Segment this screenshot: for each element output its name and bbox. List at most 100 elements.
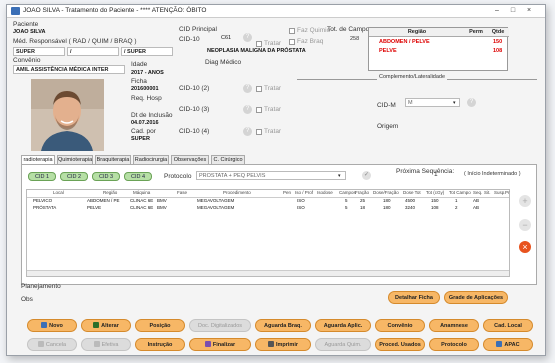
tab-braquiterapia[interactable]: Braquiterapia — [95, 155, 131, 164]
table-cell: 5 — [345, 205, 348, 210]
table-cell: AB — [473, 205, 480, 210]
table-row[interactable]: PELVICO — [33, 198, 52, 205]
chevron-down-icon[interactable]: ▾ — [338, 173, 341, 179]
patient-treatment-window: JOAO SILVA - Tratamento do Paciente - **… — [6, 4, 546, 356]
window-title: JOAO SILVA - Tratamento do Paciente - **… — [23, 7, 207, 14]
check-icon — [93, 341, 100, 347]
faz-braq-checkbox[interactable] — [289, 39, 295, 45]
instrucao-button[interactable]: Instrução — [135, 338, 185, 351]
posicao-button[interactable]: Posição — [135, 319, 185, 332]
cid10-label: CID-10 — [179, 36, 200, 43]
table-cell: AB — [473, 198, 480, 203]
efetiva-button[interactable]: Efetiva — [81, 338, 131, 351]
tot-campos-label: Tot. de Campos — [327, 26, 373, 33]
regiao-row-2[interactable]: PELVE — [379, 48, 397, 54]
delete-icon[interactable]: × — [519, 241, 531, 253]
obs-label: Obs — [21, 296, 33, 303]
table-cell: CLINAC 6E — [130, 198, 154, 203]
printer-icon — [267, 341, 274, 347]
aguarda-quim-button[interactable]: Aguarda Quim. — [315, 338, 371, 351]
novo-button[interactable]: Novo — [27, 319, 77, 332]
tratar-4-label: Tratar — [264, 128, 282, 135]
cancela-label: Cancela — [45, 342, 67, 348]
flag-icon — [204, 341, 211, 347]
detalhar-ficha-button[interactable]: Detalhar Ficha — [388, 291, 440, 304]
protocolo-select[interactable]: PROSTATA + PEQ PELVIS — [196, 171, 346, 180]
dt-inclusao-value: 04.07.2016 — [131, 120, 159, 126]
grade-aplicacoes-button[interactable]: Grade de Aplicações — [444, 291, 508, 304]
protocolo-button[interactable]: Protocolo — [429, 338, 479, 351]
regiao-header: Região — [369, 28, 465, 37]
anamnese-button[interactable]: Anamnese — [429, 319, 479, 332]
remove-icon[interactable]: − — [519, 219, 531, 231]
cid-principal-label: CID Principal — [179, 26, 217, 33]
cid10-code[interactable]: C61 — [221, 35, 231, 41]
tratar-4-checkbox[interactable] — [256, 129, 262, 135]
cancela-button[interactable]: Cancela — [27, 338, 77, 351]
doc-digitalizados-button[interactable]: Doc. Digitalizados — [189, 319, 251, 332]
table-cell: 2 — [455, 205, 458, 210]
cidm-select[interactable]: M — [405, 98, 460, 107]
imprimir-button[interactable]: Imprimir — [255, 338, 311, 351]
cid10-4-label: CID-10 (4) — [179, 128, 210, 135]
tab-quimioterapia[interactable]: Quimioterapia — [57, 155, 93, 164]
cid2-button[interactable]: CID 2 — [60, 172, 88, 181]
col-procedimento: Procedimento — [223, 190, 251, 195]
tratar-3-checkbox[interactable] — [256, 107, 262, 113]
confirm-check-icon[interactable]: ✓ — [362, 171, 371, 180]
complemento-label: Complemento/Lateralidade — [377, 74, 448, 80]
cid-description: NEOPLASIA MALIGNA DA PRÓSTATA — [207, 48, 306, 54]
finalizar-button[interactable]: Finalizar — [189, 338, 251, 351]
horizontal-scrollbar[interactable] — [27, 270, 509, 276]
qtde-header: Qtde — [487, 28, 509, 37]
apac-button[interactable]: APAC — [483, 338, 533, 351]
proced-usados-button[interactable]: Proced. Usados — [375, 338, 425, 351]
help-icon[interactable]: ? — [243, 105, 252, 114]
convenio-button[interactable]: Convênio — [375, 319, 425, 332]
faz-quimio-checkbox[interactable] — [289, 28, 295, 34]
regiao-row-1-qtde: 150 — [493, 39, 503, 45]
col-maquina: Máquina — [133, 190, 151, 195]
tratar-2-checkbox[interactable] — [256, 86, 262, 92]
cid10-3-label: CID-10 (3) — [179, 106, 210, 113]
add-icon[interactable]: + — [519, 195, 531, 207]
tab-radiocirurgia[interactable]: Radiocirurgia — [133, 155, 169, 164]
apac-label: APAC — [504, 342, 520, 348]
table-row[interactable]: PRÓSTATA — [33, 205, 56, 212]
aguarda-aplic-button[interactable]: Aguarda Aplic. — [315, 319, 371, 332]
col-susp: Susp. — [494, 190, 506, 195]
faz-braq-label: Faz Braq — [297, 38, 324, 45]
convenio-field[interactable]: AMIL ASSISTÊNCIA MÉDICA INTER — [13, 65, 125, 74]
minimize-icon[interactable]: – — [491, 6, 503, 16]
patient-name: JOAO SILVA — [13, 29, 46, 35]
maximize-icon[interactable]: □ — [507, 6, 519, 16]
col-tot-campo: Tot Campo — [449, 190, 471, 195]
novo-label: Novo — [49, 323, 63, 329]
tab-observacoes[interactable]: Observações — [171, 155, 209, 164]
col-tot-cgy: Tot (cGy) — [426, 190, 445, 195]
cid3-button[interactable]: CID 3 — [92, 172, 120, 181]
close-icon[interactable]: × — [523, 6, 535, 16]
table-cell: 18 — [360, 205, 366, 210]
table-cell: 1 — [455, 198, 458, 203]
cad-local-button[interactable]: Cad. Local — [483, 319, 533, 332]
tab-c-cirurgico[interactable]: C. Cirúrgico — [211, 155, 245, 164]
medico-quim-field[interactable]: / — [67, 47, 119, 56]
inicio-note: ( Início Indeterminado ) — [464, 171, 521, 177]
col-iso-prof: Iso / Prof — [295, 190, 314, 195]
tratar-checkbox[interactable] — [256, 41, 262, 47]
medico-braq-field[interactable]: / SUPER — [121, 47, 173, 56]
help-icon[interactable]: ? — [243, 84, 252, 93]
alterar-button[interactable]: Alterar — [81, 319, 131, 332]
help-icon[interactable]: ? — [243, 33, 252, 42]
help-icon[interactable]: ? — [243, 127, 252, 136]
col-pen: Pen — [283, 190, 292, 195]
chevron-down-icon[interactable]: ▾ — [453, 100, 456, 106]
table-cell: ABDOMEN / PE — [87, 198, 120, 203]
cid1-button[interactable]: CID 1 — [28, 172, 56, 181]
cid4-button[interactable]: CID 4 — [124, 172, 152, 181]
regiao-row-1[interactable]: ABDOMEN / PELVE — [379, 39, 430, 45]
aguarda-braq-button[interactable]: Aguarda Braq. — [255, 319, 311, 332]
help-icon[interactable]: ? — [467, 98, 476, 107]
medico-rad-field[interactable]: SUPER — [13, 47, 65, 56]
